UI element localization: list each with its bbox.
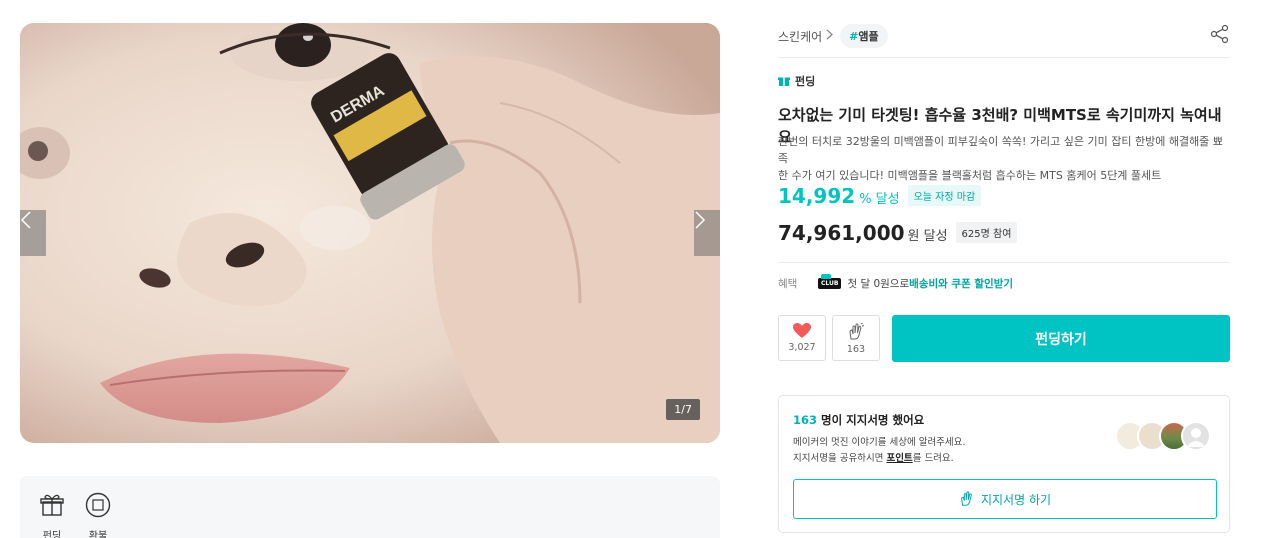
supporter-avatars	[1115, 421, 1215, 451]
breadcrumb: 스킨케어 #앰플	[778, 24, 888, 48]
amount-stat: 74,961,000 원 달성 625명 참여	[778, 221, 1018, 246]
club-badge-icon: CLUB	[818, 274, 842, 289]
like-count: 3,027	[788, 342, 816, 353]
achievement-unit: % 달성	[859, 192, 900, 207]
benefit-label: 혜택	[778, 278, 798, 290]
share-button[interactable]	[1210, 24, 1230, 44]
support-line-2: 지지서명을 공유하시면 포인트를 드려요.	[793, 451, 965, 467]
description-line-2: 한 수가 여기 있습니다! 미백앰플을 블랙홀처럼 흡수하는 MTS 홈케어 5…	[778, 169, 1162, 182]
sign-support-label: 지지서명 하기	[980, 492, 1052, 507]
product-photo: DERMA	[20, 23, 720, 443]
gift-icon	[778, 77, 790, 86]
tab-funding-label: 펀딩	[42, 531, 62, 538]
benefit-row: 혜택 CLUB 첫 달 0원으로 배송비와 쿠폰 할인받기	[778, 274, 1013, 291]
next-image-button[interactable]	[694, 210, 720, 256]
gift-icon	[40, 494, 64, 516]
chevron-right-icon	[826, 29, 834, 43]
benefit-text: 첫 달 0원으로	[847, 278, 910, 290]
deadline-badge: 오늘 자정 마감	[907, 185, 982, 206]
achievement-stat: 14,992 % 달성 오늘 자정 마감	[778, 184, 982, 209]
info-tab-bar: 펀딩 환불	[20, 476, 720, 538]
divider	[778, 262, 1230, 263]
clap-icon	[961, 491, 972, 506]
benefit-link[interactable]: 배송비와 쿠폰 할인받기	[909, 276, 1013, 291]
description-line-1: 한번의 터치로 32방울의 미백앰플이 피부깊숙이 쏙쏙! 가리고 싶은 기미 …	[778, 135, 1223, 165]
tab-refund-label: 환불	[88, 531, 108, 538]
point-link[interactable]: 포인트	[886, 453, 912, 464]
participants-badge: 625명 참여	[955, 222, 1018, 243]
default-user-icon	[1186, 428, 1206, 447]
project-type-label: 펀딩	[778, 73, 815, 89]
achievement-rate: 14,992	[778, 184, 856, 208]
support-title: 163 명이 지지서명 했어요	[793, 412, 924, 428]
project-type-text: 펀딩	[795, 75, 816, 88]
breadcrumb-category[interactable]: 스킨케어	[778, 28, 822, 45]
support-signature-card: 163 명이 지지서명 했어요 메이커의 멋진 이야기를 세상에 알려주세요. …	[778, 395, 1230, 533]
funded-amount-unit: 원 달성	[907, 229, 948, 244]
support-line-2-suffix: 를 드려요.	[912, 453, 954, 464]
support-description: 메이커의 멋진 이야기를 세상에 알려주세요. 지지서명을 공유하시면 포인트를…	[793, 435, 965, 467]
tab-refund[interactable]: 환불	[80, 492, 116, 538]
like-button[interactable]: 3,027	[778, 315, 826, 361]
clap-icon	[849, 323, 865, 340]
project-info-panel: 스킨케어 #앰플 펀딩 오차없는 기미 타겟팅! 흡수율 3천배? 미백MTS로…	[778, 0, 1230, 538]
sign-support-button[interactable]: 지지서명 하기	[793, 479, 1217, 519]
cheer-button[interactable]: 163	[832, 315, 880, 361]
support-count: 163	[793, 413, 818, 427]
tag-label: 앰플	[858, 30, 879, 43]
avatar	[1181, 421, 1211, 451]
share-icon	[1210, 24, 1229, 44]
support-line-1: 메이커의 멋진 이야기를 세상에 알려주세요.	[793, 437, 966, 448]
cheer-count: 163	[846, 344, 866, 355]
tab-funding[interactable]: 펀딩	[34, 492, 70, 538]
heart-icon	[793, 323, 811, 338]
refund-box-icon	[85, 492, 111, 518]
divider	[778, 57, 1230, 58]
fund-button[interactable]: 펀딩하기	[892, 315, 1230, 362]
chevron-left-icon	[20, 211, 31, 229]
funded-amount: 74,961,000	[778, 221, 905, 245]
tag-hash: #	[849, 30, 859, 43]
image-counter: 1/7	[666, 399, 700, 420]
page: DERMA 1/7 펀딩 환불 스킨케어 #앰플 펀딩 오차없는 기미 타겟팅!…	[0, 0, 1280, 538]
chevron-right-icon	[695, 211, 706, 229]
product-image-gallery[interactable]: DERMA 1/7	[20, 23, 720, 443]
category-tag[interactable]: #앰플	[840, 24, 888, 48]
support-line-2-prefix: 지지서명을 공유하시면	[793, 453, 887, 464]
prev-image-button[interactable]	[20, 210, 46, 256]
project-description: 한번의 터치로 32방울의 미백앰플이 피부깊숙이 쏙쏙! 가리고 싶은 기미 …	[778, 133, 1230, 184]
support-title-text: 명이 지지서명 했어요	[817, 413, 925, 427]
